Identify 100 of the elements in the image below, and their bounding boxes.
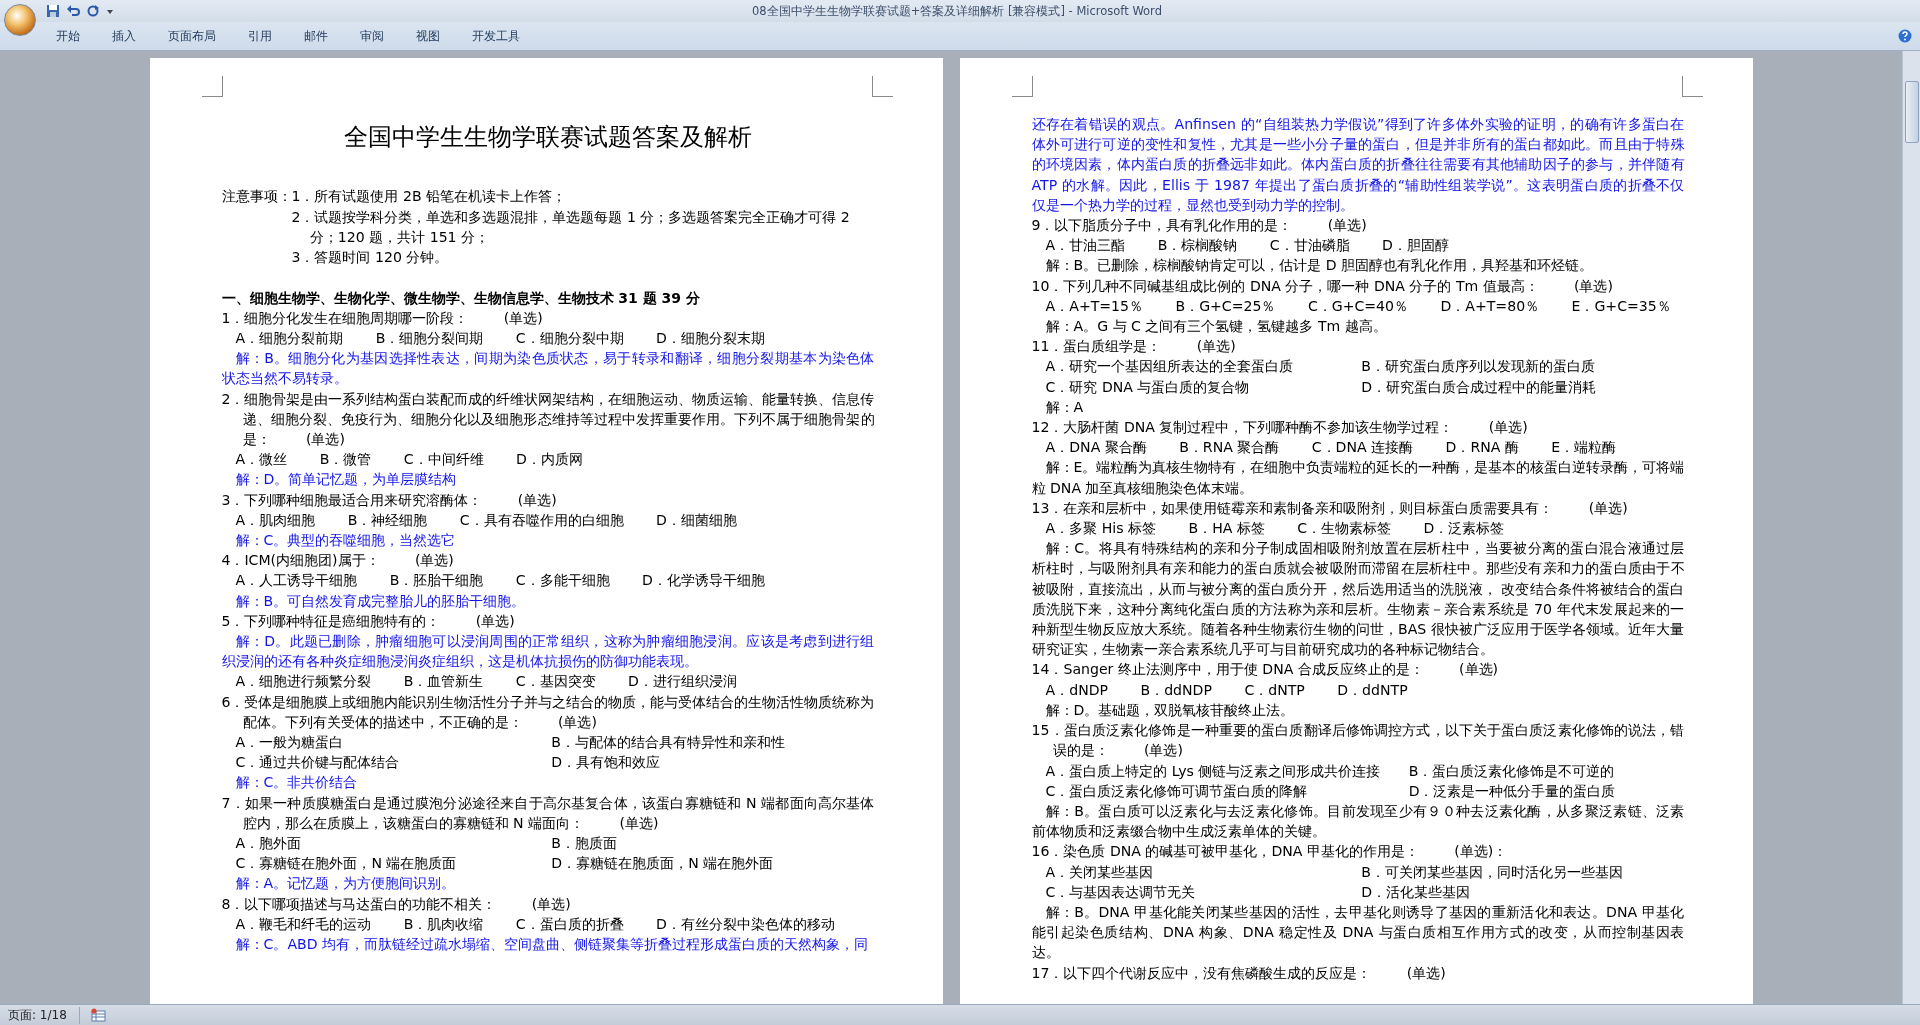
question-text: 14．Sanger 终止法测序中，用于使 DNA 合成反应终止的是： (单选) — [1031, 660, 1500, 680]
ribbon-tab[interactable]: 引用 — [234, 24, 286, 48]
answer-explanation: 解：E。端粒酶为真核生物特有，在细胞中负责端粒的延长的一种酶，是基本的核蛋白逆转录酶，可将端粒 DNA 加至真核细胞染色体末端。 — [1031, 458, 1685, 498]
ribbon-tab[interactable]: 审阅 — [346, 24, 398, 48]
answer-option: A．鞭毛和纤毛的运动 — [235, 913, 372, 935]
answer-option: B．棕榈酸钠 — [1157, 235, 1238, 256]
question-text: 11．蛋白质组学是： (单选) — [1031, 337, 1237, 357]
window-title: 08全国中学生生物学联赛试题+答案及详细解析 [兼容模式] - Microsoft Word — [752, 3, 1163, 19]
answer-explanation: 解：C。将具有特殊结构的亲和分子制成固相吸附剂放置在层析柱中，当要被分离的蛋白混合液通过层析柱时，与吸附剂具有亲和能力的蛋白质就会被吸附而滞留在层析柱中。那些没有亲和力的蛋白质由于不被吸附，直接流出，从而与被分离的蛋白质分开，然后选用适当的洗脱液， 改变结合条件将被结合的蛋白质洗脱下来，这种分离纯化蛋白质的方法称为亲和层析。生物素－亲合素系统是 70 年代末发展起来的一种新型生物反应放大系统。随着各种生物素衍生物的问世，BAS 很快被广泛应用于医学各领域。近年大量研究证实，生物素一亲合素系统几乎可与目前研究成功的各种标记物结合。 — [1031, 539, 1685, 660]
undo-icon[interactable] — [66, 4, 80, 18]
answer-option: C．甘油磷脂 — [1269, 235, 1350, 256]
save-icon[interactable] — [46, 4, 60, 18]
ribbon-tab[interactable]: 页面布局 — [154, 24, 230, 48]
margin-corner-mark — [201, 76, 223, 97]
answer-explanation: 解：D。此题已删除，肿瘤细胞可以浸润周围的正常组织，这称为肿瘤细胞浸润。应该是考虑到进行组织浸润的还有各种炎症细胞浸润炎症组织，这是机体抗损伤的防御功能表现。 — [221, 632, 875, 672]
redo-icon[interactable] — [86, 4, 100, 18]
notes-item: 2．试题按学科分类，单选和多选题混排，单选题每题 1 分；多选题答案完全正确才可得 2 分；120 题，共计 151 分； — [291, 207, 851, 247]
answer-option: D．胆固醇 — [1382, 235, 1449, 256]
answer-option: A．胞外面 — [235, 833, 524, 854]
answer-option: B．微管 — [319, 449, 372, 470]
margin-corner-mark — [1681, 76, 1703, 97]
question-text: 6．受体是细胞膜上或细胞内能识别生物活性分子并与之结合的物质，能与受体结合的生物活性物质统称为配体。下列有关受体的描述中，不正确的是： (单选) — [221, 692, 875, 732]
answer-option: A．细胞进行频繁分裂 — [235, 671, 372, 692]
answer-option: C．具有吞噬作用的白细胞 — [459, 509, 624, 531]
ribbon-tab[interactable]: 邮件 — [290, 24, 342, 48]
answer-option: A．蛋白质上特定的 Lys 侧链与泛素之间形成共价连接 — [1045, 760, 1381, 781]
page-indicator: 页面: 1/18 — [0, 1006, 80, 1024]
answer-explanation: 解：A — [1044, 397, 1085, 417]
question-text: 1．细胞分化发生在细胞周期哪一阶段： (单选) — [221, 308, 544, 328]
answer-option: D．RNA 酶 — [1445, 437, 1519, 458]
answer-option: C．通过共价键与配体结合 — [235, 752, 524, 773]
question-text: 7．如果一种质膜糖蛋白是通过膜泡分泌途径来自于高尔基复合体，该蛋白寡糖链和 N 端都面向高尔基体腔内，那么在质膜上，该糖蛋白的寡糖链和 N 端面向： (单选) — [221, 793, 875, 833]
answer-option: A．一般为糖蛋白 — [235, 732, 524, 753]
answer-option: B．神经细胞 — [347, 509, 428, 531]
answer-option: D．进行组织浸润 — [628, 671, 737, 692]
answer-option: A．dNDP — [1045, 679, 1109, 700]
answer-option: E．端粒酶 — [1551, 437, 1617, 458]
margin-corner-mark — [871, 76, 893, 97]
answer-explanation: 解：C。典型的吞噬细胞，当然选它 — [234, 531, 457, 551]
answer-option: D．活化某些基因 — [1361, 881, 1685, 902]
answer-option: B．蛋白质泛素化修饰是不可逆的 — [1408, 760, 1685, 781]
notes-label: 注意事项： — [221, 187, 292, 207]
answer-option: D．细胞分裂末期 — [656, 328, 765, 349]
answer-option: B．肌肉收缩 — [403, 913, 484, 935]
answer-option: B．RNA 聚合酶 — [1179, 437, 1280, 458]
question-text: 4．ICM(内细胞团)属于： (单选) — [221, 551, 455, 571]
ribbon-tab[interactable]: 视图 — [402, 24, 454, 48]
answer-option: A．多聚 His 标签 — [1045, 518, 1157, 539]
answer-option: C．dNTP — [1244, 679, 1305, 700]
answer-option: E．G+C=35％ — [1571, 295, 1671, 317]
answer-option: B．与配体的结合具有特异性和亲和性 — [551, 732, 875, 753]
help-icon[interactable] — [1898, 29, 1912, 43]
answer-explanation: 解：C。ABD 均有，而肽链经过疏水塌缩、空间盘曲、侧链聚集等折叠过程形成蛋白质的天然构象，同 — [234, 935, 870, 955]
answer-option: B．ddNDP — [1140, 679, 1212, 700]
document-title: 全国中学生生物学联赛试题答案及解析 — [343, 122, 753, 152]
answer-option: C．寡糖链在胞外面，N 端在胞质面 — [235, 853, 524, 874]
answer-explanation: 解：D。基础题，双脱氧核苷酸终止法。 — [1044, 700, 1296, 720]
answer-option: A．甘油三酯 — [1045, 235, 1126, 256]
answer-option: D．研究蛋白质合成过程中的能量消耗 — [1361, 376, 1685, 397]
answer-option: D．A+T=80％ — [1440, 295, 1540, 317]
notes-item: 1．所有试题使用 2B 铅笔在机读卡上作答； — [291, 187, 568, 207]
section-heading: 一、细胞生物学、生物化学、微生物学、生物信息学、生物技术 31 题 39 分 — [221, 288, 701, 308]
answer-option: A．人工诱导干细胞 — [235, 570, 358, 591]
office-button[interactable] — [4, 4, 36, 36]
answer-explanation: 解：B。可自然发育成完整胎儿的胚胎干细胞。 — [234, 591, 527, 611]
question-text: 5．下列哪种特征是癌细胞特有的： (单选) — [221, 611, 516, 631]
answer-option: C．与基因表达调节无关 — [1045, 881, 1334, 902]
answer-option: D．泛素是一种低分手量的蛋白质 — [1408, 780, 1685, 801]
answer-option: D．化学诱导干细胞 — [642, 570, 765, 591]
answer-option: B．HA 标签 — [1188, 518, 1265, 539]
ribbon-tab[interactable]: 插入 — [98, 24, 150, 48]
macro-record-icon[interactable] — [89, 1008, 106, 1022]
vertical-scrollbar[interactable] — [1902, 51, 1920, 1004]
answer-option: C．蛋白质的折叠 — [515, 913, 624, 935]
answer-option: A．研究一个基因组所表达的全套蛋白质 — [1045, 356, 1334, 377]
answer-option: C．G+C=40％ — [1307, 295, 1409, 317]
margin-corner-mark — [1011, 76, 1033, 97]
answer-option: D．内质网 — [516, 449, 583, 470]
answer-option: C．研究 DNA 与蛋白质的复合物 — [1045, 376, 1334, 397]
answer-option: B．可关闭某些基因，同时活化另一些基因 — [1361, 861, 1685, 882]
customize-icon[interactable] — [106, 7, 114, 15]
question-text: 2．细胞骨架是由一系列结构蛋白装配而成的纤维状网架结构，在细胞运动、物质运输、能量转换、信息传递、细胞分裂、免疫行为、细胞分化以及细胞形态维持等过程中发挥重要作用。下列不属于细胞骨架的是： (单选) — [221, 389, 875, 449]
ribbon-tab[interactable]: 开始 — [42, 24, 94, 48]
answer-explanation: 解：C。非共价结合 — [234, 773, 359, 793]
answer-option: C．基因突变 — [515, 671, 596, 692]
scroll-thumb[interactable] — [1904, 81, 1919, 143]
answer-explanation: 还存在着错误的观点。Anfinsen 的“自组装热力学假说”得到了许多体外实验的证明，的确有许多蛋白在体外可进行可逆的变性和复性，尤其是一些小分子量的蛋白，但是并非所有的蛋白都如此。而且由于特殊的环境因素，体内蛋白质的折叠远非如此。体内蛋白质的折叠往往需要有其他辅助因子的参与，并伴随有 ATP 的水解。因此，Ellis 于 1987 年提出了蛋白质折叠的“辅助性组装学说”。这表明蛋白质的折叠不仅仅是一个热力学的过程，显然也受到动力学的控制。 — [1031, 115, 1685, 215]
question-text: 17．以下四个代谢反应中，没有焦磷酸生成的反应是： (单选) — [1031, 963, 1447, 983]
answer-option: A．关闭某些基因 — [1045, 861, 1334, 882]
question-text: 12．大肠杆菌 DNA 复制过程中，下列哪种酶不参加该生物学过程： (单选) — [1031, 418, 1529, 438]
answer-option: D．具有饱和效应 — [551, 752, 875, 773]
answer-option: D．寡糖链在胞质面，N 端在胞外面 — [551, 853, 875, 874]
answer-option: A．微丝 — [235, 449, 288, 470]
answer-option: B．胞质面 — [551, 833, 875, 854]
answer-option: A．DNA 聚合酶 — [1045, 437, 1147, 458]
answer-option: D．有丝分裂中染色体的移动 — [656, 913, 835, 935]
answer-option: D．ddNTP — [1337, 679, 1408, 700]
ribbon-tab[interactable]: 开发工具 — [458, 24, 534, 48]
question-text: 15．蛋白质泛素化修饰是一种重要的蛋白质翻译后修饰调控方式，以下关于蛋白质泛素化修饰的说法，错误的是： (单选) — [1031, 721, 1685, 761]
answer-option: B．研究蛋白质序列以发现新的蛋白质 — [1361, 356, 1685, 377]
